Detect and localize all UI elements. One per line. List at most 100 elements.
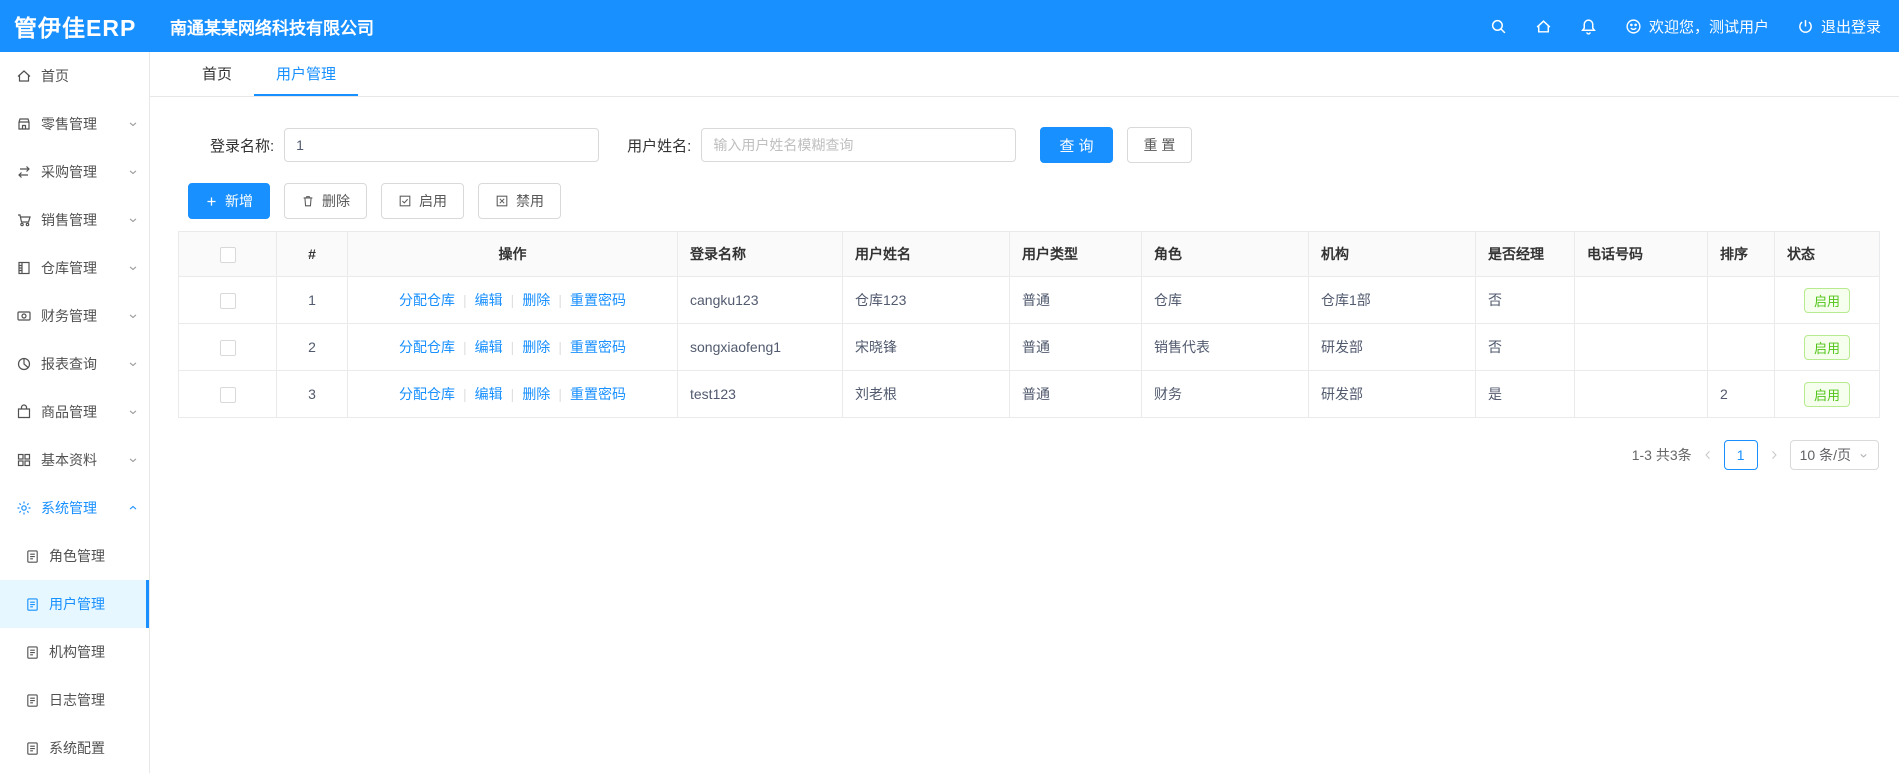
sidebar-item-purchase[interactable]: 采购管理: [0, 148, 149, 196]
bell-icon[interactable]: [1580, 18, 1597, 35]
shopping-bag-icon: [16, 404, 32, 420]
cell-role: 销售代表: [1141, 323, 1309, 371]
divider: |: [510, 292, 515, 308]
reset-password-link[interactable]: 重置密码: [570, 292, 626, 308]
sidebar-item-label: 基本资料: [41, 452, 97, 468]
delete-button[interactable]: 删除: [284, 183, 367, 219]
cell-role: 财务: [1141, 370, 1309, 418]
cell-is-manager: 否: [1475, 323, 1575, 371]
disable-button[interactable]: 禁用: [478, 183, 561, 219]
cell-user-type: 普通: [1009, 323, 1142, 371]
chevron-down-icon: [127, 454, 139, 466]
divider: |: [510, 339, 515, 355]
login-name-input[interactable]: [284, 128, 600, 162]
divider: |: [558, 386, 562, 402]
prev-page-icon[interactable]: [1702, 449, 1714, 461]
edit-link[interactable]: 编辑: [475, 339, 503, 355]
assign-warehouse-link[interactable]: 分配仓库: [399, 339, 455, 355]
divider: |: [463, 339, 467, 355]
cell-index: 2: [276, 323, 348, 371]
row-checkbox[interactable]: [219, 292, 236, 309]
x-square-icon: [495, 194, 509, 208]
reset-password-link[interactable]: 重置密码: [570, 339, 626, 355]
assign-warehouse-link[interactable]: 分配仓库: [399, 292, 455, 308]
cell-index: 3: [276, 370, 348, 418]
check-square-icon: [398, 194, 412, 208]
divider: |: [558, 339, 562, 355]
cell-login-name: songxiaofeng1: [677, 323, 843, 371]
sidebar-item-retail[interactable]: 零售管理: [0, 100, 149, 148]
pagination: 1-3 共3条 1 10 条/页: [178, 440, 1879, 470]
edit-link[interactable]: 编辑: [475, 386, 503, 402]
app-logo[interactable]: 管伊佳ERP: [0, 9, 150, 43]
document-icon: [25, 693, 40, 708]
sidebar-item-home[interactable]: 首页: [0, 52, 149, 100]
status-badge[interactable]: 启用: [1803, 287, 1850, 313]
table-row: 1 分配仓库 | 编辑 | 删除 | 重置密码 cangku123 仓库123 普通 仓库 …: [178, 276, 1880, 324]
reset-button[interactable]: 重 置: [1126, 127, 1193, 163]
edit-link[interactable]: 编辑: [475, 292, 503, 308]
chevron-down-icon: [127, 262, 139, 274]
sidebar-item-warehouse[interactable]: 仓库管理: [0, 244, 149, 292]
cell-user-type: 普通: [1009, 276, 1142, 324]
reset-password-link[interactable]: 重置密码: [570, 386, 626, 402]
page-size-select[interactable]: 10 条/页: [1789, 440, 1879, 470]
sidebar-item-label: 财务管理: [41, 308, 97, 324]
cell-user-name: 宋晓锋: [842, 323, 1010, 371]
user-menu[interactable]: 欢迎您，测试用户: [1625, 16, 1769, 37]
sidebar-item-finance[interactable]: 财务管理: [0, 292, 149, 340]
search-icon[interactable]: [1490, 18, 1507, 35]
header-org: 机构: [1308, 231, 1476, 277]
cell-is-manager: 是: [1475, 370, 1575, 418]
notebook-icon: [16, 260, 32, 276]
page-content: 登录名称: 用户姓名: 查 询 重 置 新增 删除 启用: [150, 97, 1899, 470]
page-number-button[interactable]: 1: [1723, 440, 1758, 470]
search-button[interactable]: 查 询: [1040, 127, 1113, 163]
tabbar: 首页 用户管理: [150, 52, 1899, 97]
pagination-total: 1-3 共3条: [1631, 447, 1692, 463]
sidebar-item-basic-data[interactable]: 基本资料: [0, 436, 149, 484]
tab-home[interactable]: 首页: [180, 52, 254, 96]
logout-button[interactable]: 退出登录: [1797, 16, 1881, 37]
sidebar-item-system[interactable]: 系统管理: [0, 484, 149, 532]
tab-user-management[interactable]: 用户管理: [254, 52, 359, 96]
toolbar: 新增 删除 启用 禁用: [188, 183, 1881, 219]
next-page-icon[interactable]: [1768, 449, 1780, 461]
sidebar-subitem-user-management[interactable]: 用户管理: [0, 580, 149, 628]
enable-button[interactable]: 启用: [381, 183, 464, 219]
status-badge[interactable]: 启用: [1803, 334, 1850, 360]
chevron-down-icon: [127, 358, 139, 370]
delete-link[interactable]: 删除: [522, 339, 550, 355]
sidebar-item-reports[interactable]: 报表查询: [0, 340, 149, 388]
sidebar-subitem-org-management[interactable]: 机构管理: [0, 628, 149, 676]
add-button[interactable]: 新增: [188, 183, 270, 219]
chevron-up-icon: [127, 502, 139, 514]
delete-link[interactable]: 删除: [522, 386, 550, 402]
swap-arrows-icon: [16, 164, 32, 180]
cell-phone: [1574, 370, 1708, 418]
cell-is-manager: 否: [1475, 276, 1575, 324]
user-name-input[interactable]: [701, 128, 1017, 162]
row-checkbox[interactable]: [219, 339, 236, 356]
document-icon: [25, 597, 40, 612]
assign-warehouse-link[interactable]: 分配仓库: [399, 386, 455, 402]
status-badge[interactable]: 启用: [1803, 381, 1850, 407]
sidebar-item-label: 零售管理: [41, 116, 97, 132]
home-icon[interactable]: [1535, 18, 1552, 35]
cell-login-name: cangku123: [677, 276, 843, 324]
delete-link[interactable]: 删除: [522, 292, 550, 308]
sidebar-subitem-role-management[interactable]: 角色管理: [0, 532, 149, 580]
sidebar-subitem-log-management[interactable]: 日志管理: [0, 676, 149, 724]
row-checkbox[interactable]: [219, 386, 236, 403]
sidebar-item-goods[interactable]: 商品管理: [0, 388, 149, 436]
sidebar-item-sales[interactable]: 销售管理: [0, 196, 149, 244]
sidebar-subitem-system-config[interactable]: 系统配置: [0, 724, 149, 772]
header-is-manager: 是否经理: [1475, 231, 1575, 277]
divider: |: [463, 292, 467, 308]
banknote-icon: [16, 308, 32, 324]
sidebar-item-label: 报表查询: [41, 356, 97, 372]
cell-sort: [1707, 323, 1775, 371]
header-user-name: 用户姓名: [842, 231, 1010, 277]
select-all-checkbox[interactable]: [219, 246, 236, 263]
power-icon: [1797, 18, 1814, 35]
